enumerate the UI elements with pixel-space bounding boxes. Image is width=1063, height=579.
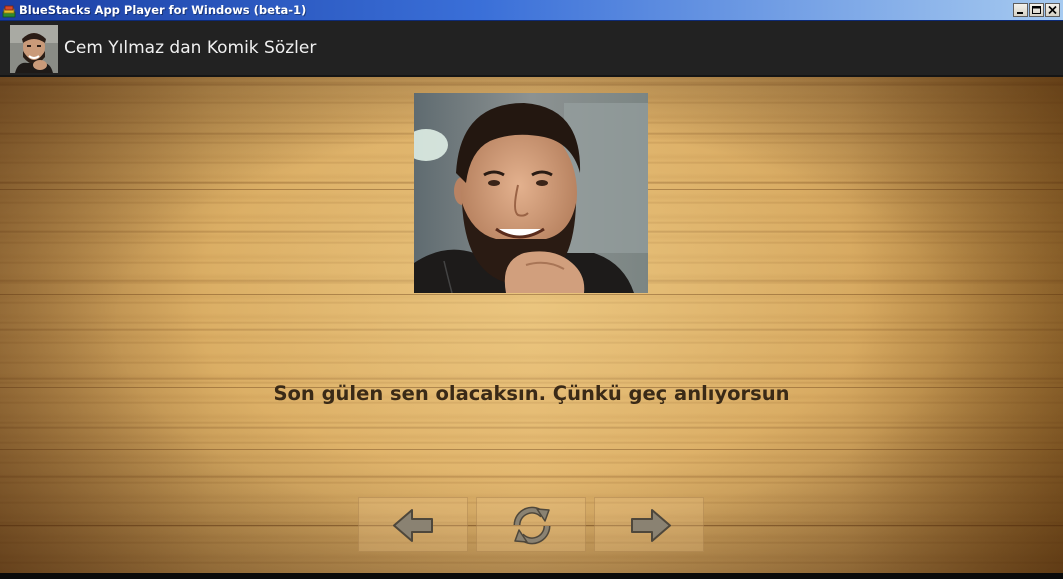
app-title: Cem Yılmaz dan Komik Sözler xyxy=(64,38,317,58)
bottom-strip xyxy=(0,573,1063,579)
portrait-photo xyxy=(414,93,648,293)
maximize-icon xyxy=(1032,6,1041,14)
quote-text: Son gülen sen olacaksın. Çünkü geç anlıy… xyxy=(273,382,790,405)
content-area: Son gülen sen olacaksın. Çünkü geç anlıy… xyxy=(0,77,1063,573)
window-titlebar[interactable]: BlueStacks App Player for Windows (beta-… xyxy=(0,0,1063,21)
bluestacks-icon xyxy=(2,3,16,18)
refresh-button[interactable] xyxy=(476,497,586,552)
maximize-button[interactable] xyxy=(1029,3,1044,17)
close-button[interactable] xyxy=(1045,3,1060,17)
arrow-right-icon xyxy=(631,509,671,542)
window-title: BlueStacks App Player for Windows (beta-… xyxy=(19,3,307,17)
refresh-icon xyxy=(513,506,551,545)
previous-button[interactable] xyxy=(358,497,468,552)
arrow-left-icon xyxy=(393,509,433,542)
minimize-icon xyxy=(1017,12,1023,14)
bluestacks-window: BlueStacks App Player for Windows (beta-… xyxy=(0,0,1063,579)
app-actionbar: Cem Yılmaz dan Komik Sözler xyxy=(0,21,1063,77)
app-avatar[interactable] xyxy=(10,25,58,73)
next-button[interactable] xyxy=(594,497,704,552)
close-icon xyxy=(1048,5,1057,15)
minimize-button[interactable] xyxy=(1013,3,1028,17)
